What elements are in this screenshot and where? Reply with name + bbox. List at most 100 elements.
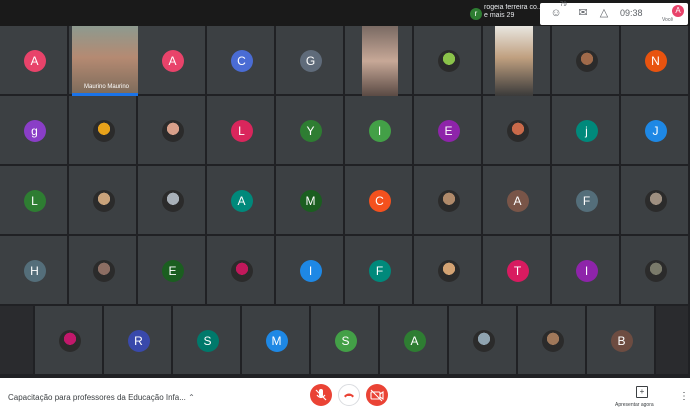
participant-avatar: I [368, 120, 391, 142]
more-options-icon[interactable]: ⋮ [679, 391, 689, 402]
present-now-label[interactable]: Apresentar agora [615, 402, 654, 408]
presenter-info[interactable]: rogeia ferreira co... e mais 29 [484, 4, 544, 20]
participant-tile[interactable]: A [380, 306, 449, 376]
participant-photo [506, 120, 529, 142]
participant-avatar: C [368, 190, 391, 212]
participant-avatar: F [368, 260, 391, 282]
participant-avatar: A [230, 190, 253, 212]
participant-tile[interactable]: A [207, 166, 276, 236]
participant-tile[interactable] [483, 96, 552, 166]
participant-avatar: j [575, 120, 598, 142]
participant-tile[interactable]: E [414, 96, 483, 166]
participant-avatar: H [23, 260, 46, 282]
participant-tile[interactable]: M [242, 306, 311, 376]
participant-tile[interactable] [207, 236, 276, 306]
participant-tile[interactable]: C [207, 26, 276, 96]
participant-tile[interactable] [69, 236, 138, 306]
participant-tile[interactable]: L [207, 96, 276, 166]
participant-tile[interactable] [414, 166, 483, 236]
people-icon[interactable]: ☺ [549, 6, 563, 20]
participant-photo [644, 260, 667, 282]
participant-tile[interactable]: L [0, 166, 69, 236]
leave-call-button[interactable] [338, 384, 360, 406]
participant-tile[interactable] [621, 236, 690, 306]
empty-tile [656, 306, 690, 376]
participant-tile[interactable]: S [173, 306, 242, 376]
participant-tile[interactable]: T [483, 236, 552, 306]
participant-avatar: S [196, 330, 219, 352]
participant-tile[interactable]: H [0, 236, 69, 306]
video-feed [495, 26, 533, 96]
participant-tile[interactable]: S [311, 306, 380, 376]
participant-tile[interactable]: G [276, 26, 345, 96]
meeting-title: Capacitação para professores da Educação… [8, 393, 186, 402]
participant-tile[interactable]: I [552, 236, 621, 306]
participant-tile[interactable]: Maurino Maurino [69, 26, 140, 96]
participant-tile[interactable] [621, 166, 690, 236]
participant-tile[interactable] [138, 96, 207, 166]
clock: 09:38 [620, 8, 643, 18]
participant-tile[interactable] [414, 236, 483, 306]
video-feed [362, 26, 398, 96]
participant-tile[interactable] [35, 306, 104, 376]
participant-photo [92, 190, 115, 212]
participant-tile[interactable]: A [138, 26, 207, 96]
participant-tile[interactable]: R [104, 306, 173, 376]
activities-icon[interactable]: △ [597, 6, 611, 20]
participant-tile[interactable] [414, 26, 483, 96]
participant-avatar: R [127, 330, 150, 352]
participant-avatar: I [299, 260, 322, 282]
chat-icon[interactable]: ✉ [576, 6, 590, 20]
participant-photo [644, 190, 667, 212]
participant-tile[interactable]: A [0, 26, 69, 96]
participant-tile[interactable] [552, 26, 621, 96]
mic-off-icon [315, 389, 327, 401]
bottom-bar: Capacitação para professores da Educação… [0, 378, 690, 415]
participant-tile[interactable] [449, 306, 518, 376]
mic-toggle-button[interactable] [310, 384, 332, 406]
participant-tile[interactable]: g [0, 96, 69, 166]
participant-tile[interactable]: F [552, 166, 621, 236]
self-avatar[interactable]: A [672, 5, 684, 17]
participant-tile[interactable]: I [345, 96, 414, 166]
participant-tile[interactable]: Y [276, 96, 345, 166]
participant-avatar: E [161, 260, 184, 282]
participant-avatar: A [23, 50, 46, 72]
participant-tile[interactable] [345, 26, 414, 96]
participant-photo [472, 330, 495, 352]
participant-name: Maurino Maurino [84, 84, 130, 90]
participant-tile[interactable]: J [621, 96, 690, 166]
presenter-more: e mais 29 [484, 12, 515, 19]
participant-tile[interactable] [483, 26, 552, 96]
participant-tile[interactable] [69, 96, 138, 166]
participant-photo [58, 330, 81, 352]
participant-tile[interactable]: M [276, 166, 345, 236]
participant-avatar: B [610, 330, 633, 352]
participant-photo [161, 190, 184, 212]
participant-photo [92, 260, 115, 282]
participant-tile[interactable]: C [345, 166, 414, 236]
participant-tile[interactable]: N [621, 26, 690, 96]
meeting-details[interactable]: Capacitação para professores da Educação… [8, 393, 195, 402]
participant-photo [541, 330, 564, 352]
participant-avatar: A [506, 190, 529, 212]
participant-tile[interactable]: E [138, 236, 207, 306]
hang-up-icon [344, 393, 354, 398]
participant-avatar: L [230, 120, 253, 142]
participant-tile[interactable] [518, 306, 587, 376]
presenter-avatar: r [470, 8, 482, 20]
participant-avatar: T [506, 260, 529, 282]
participant-tile[interactable]: F [345, 236, 414, 306]
participant-tile[interactable] [69, 166, 138, 236]
participant-tile[interactable]: B [587, 306, 656, 376]
empty-tile [0, 306, 35, 376]
participant-tile[interactable]: j [552, 96, 621, 166]
self-label: Você [662, 17, 674, 23]
participant-tile[interactable]: I [276, 236, 345, 306]
camera-toggle-button[interactable] [366, 384, 388, 406]
participant-tile[interactable]: A [483, 166, 552, 236]
participant-avatar: I [575, 260, 598, 282]
participant-avatar: M [299, 190, 322, 212]
present-now-icon[interactable]: + [636, 386, 648, 398]
participant-tile[interactable] [138, 166, 207, 236]
